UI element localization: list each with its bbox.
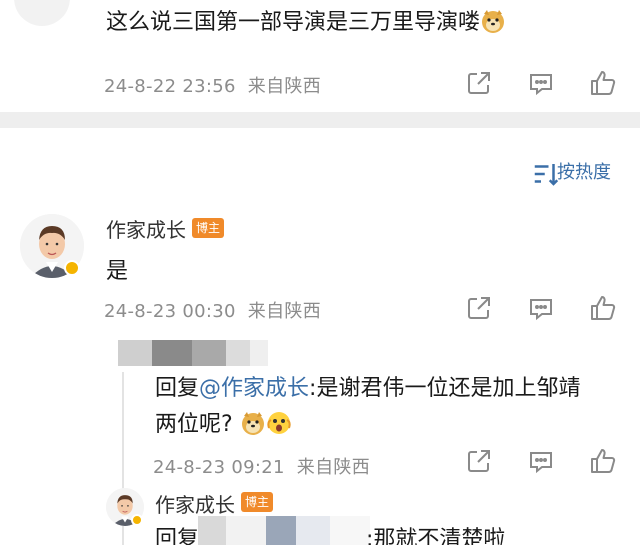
reply-1-text-line2: 两位呢?: [155, 412, 233, 437]
doge-emoji-icon: [480, 8, 506, 34]
reply-1-line-1: 回复@作家成长:是谢君伟一位还是加上邹靖: [155, 370, 580, 402]
author-comment-meta: 24-8-23 00:30 来自陕西: [104, 297, 321, 323]
reply-1-line-2: 两位呢?: [155, 406, 292, 438]
share-icon[interactable]: [464, 68, 494, 98]
top-comment-time: 24-8-22 23:56: [104, 76, 236, 97]
top-avatar-partial[interactable]: [14, 0, 70, 26]
section-divider: [0, 112, 640, 128]
top-comment-meta: 24-8-22 23:56 来自陕西: [104, 72, 321, 98]
sort-label: 按热度: [557, 162, 611, 183]
reply-1-location: 来自陕西: [296, 457, 370, 478]
share-icon[interactable]: [464, 293, 494, 323]
reply-1-mention[interactable]: @作家成长: [199, 376, 309, 401]
reply-2-prefix: 回复: [155, 527, 200, 545]
top-comment: 这么说三国第一部导演是三万里导演喽: [106, 4, 506, 36]
like-icon[interactable]: [588, 446, 618, 476]
author-username[interactable]: 作家成长: [106, 214, 186, 243]
reply-2-username[interactable]: 作家成长: [155, 489, 235, 518]
sort-control[interactable]: 按热度: [531, 158, 611, 186]
reply-1-text-line1: :是谢君伟一位还是加上邹靖: [309, 376, 581, 401]
reply-1-prefix: 回复: [155, 376, 200, 401]
share-icon[interactable]: [464, 446, 494, 476]
top-comment-location: 来自陕西: [247, 76, 321, 97]
like-icon[interactable]: [588, 293, 618, 323]
comment-icon[interactable]: [526, 68, 556, 98]
surprised-emoji-icon: [266, 410, 292, 436]
author-comment-text: 是: [106, 259, 129, 284]
reply-2-body: :那就不清楚啦: [366, 527, 506, 545]
reply-1-meta: 24-8-23 09:21 来自陕西: [153, 453, 370, 479]
like-icon[interactable]: [588, 68, 618, 98]
author-comment-location: 来自陕西: [247, 301, 321, 322]
top-comment-text: 这么说三国第一部导演是三万里导演喽: [106, 10, 481, 35]
reply-2-blogger-badge: 博主: [241, 492, 274, 512]
sort-icon: [531, 159, 559, 186]
redacted-mention: [198, 516, 370, 545]
comment-icon[interactable]: [526, 446, 556, 476]
author-comment-time: 24-8-23 00:30: [104, 301, 236, 322]
redacted-username: [118, 340, 268, 366]
verified-badge-icon: [64, 260, 80, 276]
comment-icon[interactable]: [526, 293, 556, 323]
blogger-badge: 博主: [192, 218, 225, 238]
reply-1-time: 24-8-23 09:21: [153, 457, 285, 478]
reply-2-text: 回复: [155, 521, 199, 545]
verified-badge-icon: [131, 514, 143, 526]
doge-emoji-icon: [240, 410, 266, 436]
